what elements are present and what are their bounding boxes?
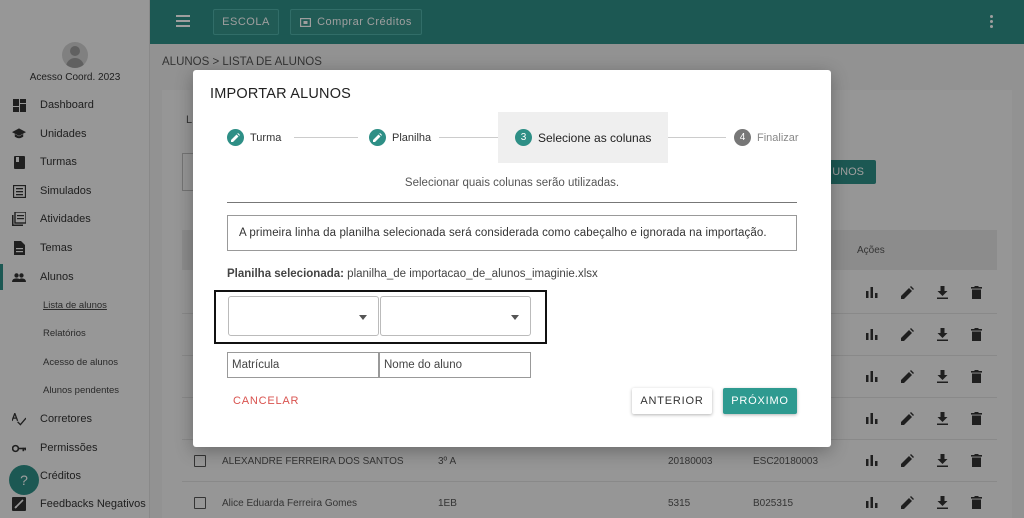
import-students-dialog: IMPORTAR ALUNOS Turma Planilha 3 Selecio…	[193, 70, 831, 447]
step-selecione-as-colunas[interactable]: 3 Selecione as colunas	[515, 129, 651, 146]
step-label: Planilha	[392, 131, 432, 144]
column-select-1[interactable]	[228, 296, 379, 336]
column-label-text: Nome do aluno	[384, 359, 462, 371]
step-label: Finalizar	[757, 131, 799, 144]
next-button[interactable]: PRÓXIMO	[723, 388, 797, 414]
column-label-text: Matrícula	[232, 359, 280, 371]
chevron-down-icon	[359, 315, 367, 320]
step-label: Turma	[250, 131, 282, 144]
step-connector	[668, 137, 726, 138]
chevron-down-icon	[511, 315, 519, 320]
instruction-divider	[227, 202, 797, 203]
selected-sheet-name: planilha_de importacao_de_alunos_imagini…	[347, 268, 598, 280]
step-connector	[439, 137, 498, 138]
step-finalizar: 4 Finalizar	[734, 129, 799, 146]
instruction-text: Selecionar quais colunas serão utilizada…	[404, 177, 620, 189]
pencil-icon	[227, 129, 244, 146]
next-button-label: PRÓXIMO	[731, 395, 789, 407]
selected-sheet-label: Planilha selecionada:	[227, 268, 344, 280]
step-turma[interactable]: Turma	[227, 129, 281, 146]
dialog-title: IMPORTAR ALUNOS	[210, 86, 352, 102]
column-select-2[interactable]	[380, 296, 531, 336]
column-label-nome-do-aluno: Nome do aluno	[379, 352, 531, 378]
step-planilha[interactable]: Planilha	[369, 129, 431, 146]
step-connector	[294, 137, 358, 138]
import-stepper: Turma Planilha 3 Selecione as colunas 4 …	[193, 112, 831, 164]
step-number: 3	[515, 129, 532, 146]
previous-button[interactable]: ANTERIOR	[632, 388, 712, 414]
pencil-icon	[369, 129, 386, 146]
cancel-button[interactable]: CANCELAR	[233, 395, 299, 407]
notice-text: A primeira linha da planilha selecionada…	[239, 227, 767, 239]
selected-sheet-info: Planilha selecionada: planilha_de import…	[227, 268, 598, 280]
step-number: 4	[734, 129, 751, 146]
header-row-notice: A primeira linha da planilha selecionada…	[227, 215, 797, 251]
step-label: Selecione as colunas	[538, 130, 652, 145]
previous-button-label: ANTERIOR	[640, 395, 704, 407]
column-label-matricula: Matrícula	[227, 352, 379, 378]
